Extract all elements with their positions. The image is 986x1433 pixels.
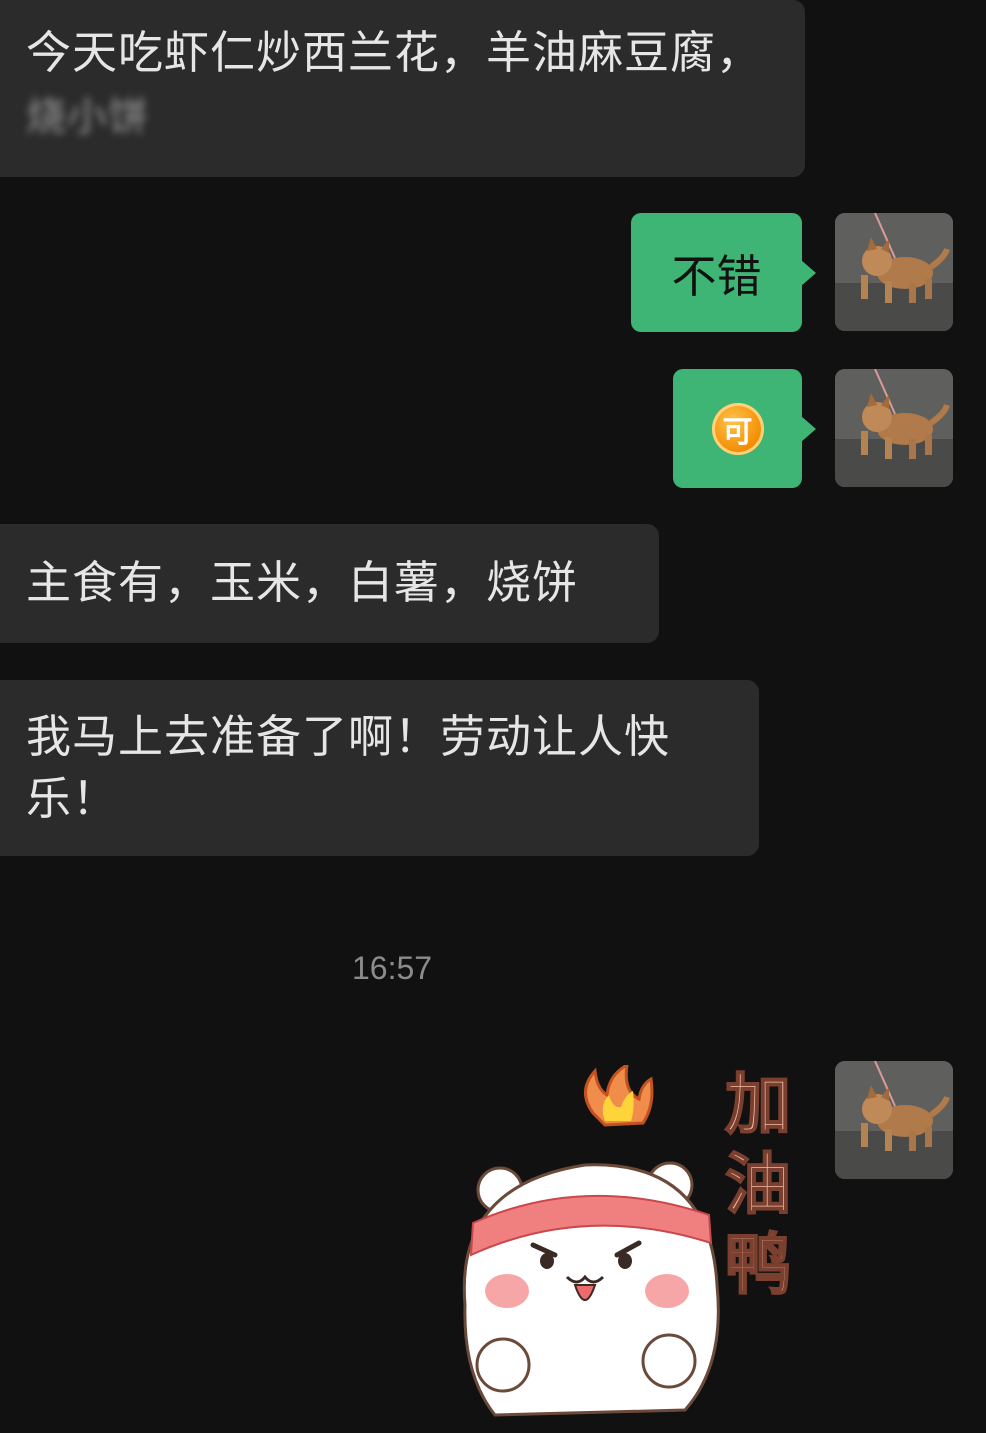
dog-avatar-icon [835, 1061, 953, 1179]
message-text: 我马上去准备了啊！劳动让人快 [26, 710, 671, 763]
avatar[interactable] [835, 369, 953, 487]
message-text: 乐！ [26, 772, 119, 825]
timestamp: 16:57 [352, 950, 433, 986]
message-bubble-incoming[interactable]: 今天吃虾仁炒西兰花，羊油麻豆腐， 烧小饼 [0, 0, 805, 177]
sticker-caption-char: 加 [724, 1065, 792, 1144]
dog-avatar-icon [835, 213, 953, 331]
coin-emoji-icon: 可 [711, 402, 764, 455]
bubble-tail [801, 415, 816, 442]
message-bubble-outgoing[interactable]: 可 [673, 369, 816, 488]
sticker-caption: 加 油 鸭 [713, 1065, 803, 1305]
message-text-blurred: 烧小饼 [26, 94, 149, 140]
dog-avatar-icon [835, 369, 953, 487]
message-bubble-incoming[interactable]: 我马上去准备了啊！劳动让人快 乐！ [0, 680, 759, 856]
avatar[interactable] [835, 213, 953, 331]
sticker-caption-char: 鸭 [724, 1225, 792, 1304]
bubble-tail [801, 259, 816, 286]
message-bubble-outgoing[interactable]: 不错 [631, 213, 816, 332]
message-bubble-incoming[interactable]: 主食有，玉米，白薯，烧饼 [0, 524, 659, 643]
message-text: 不错 [671, 250, 762, 303]
avatar[interactable] [835, 1061, 953, 1179]
sticker-message[interactable]: 加 油 鸭 [455, 1062, 803, 1425]
message-text: 今天吃虾仁炒西兰花，羊油麻豆腐， [26, 26, 763, 79]
message-text: 主食有，玉米，白薯，烧饼 [26, 556, 579, 609]
emoji-text: 可 [722, 414, 753, 450]
sticker-caption-char: 油 [724, 1145, 792, 1224]
